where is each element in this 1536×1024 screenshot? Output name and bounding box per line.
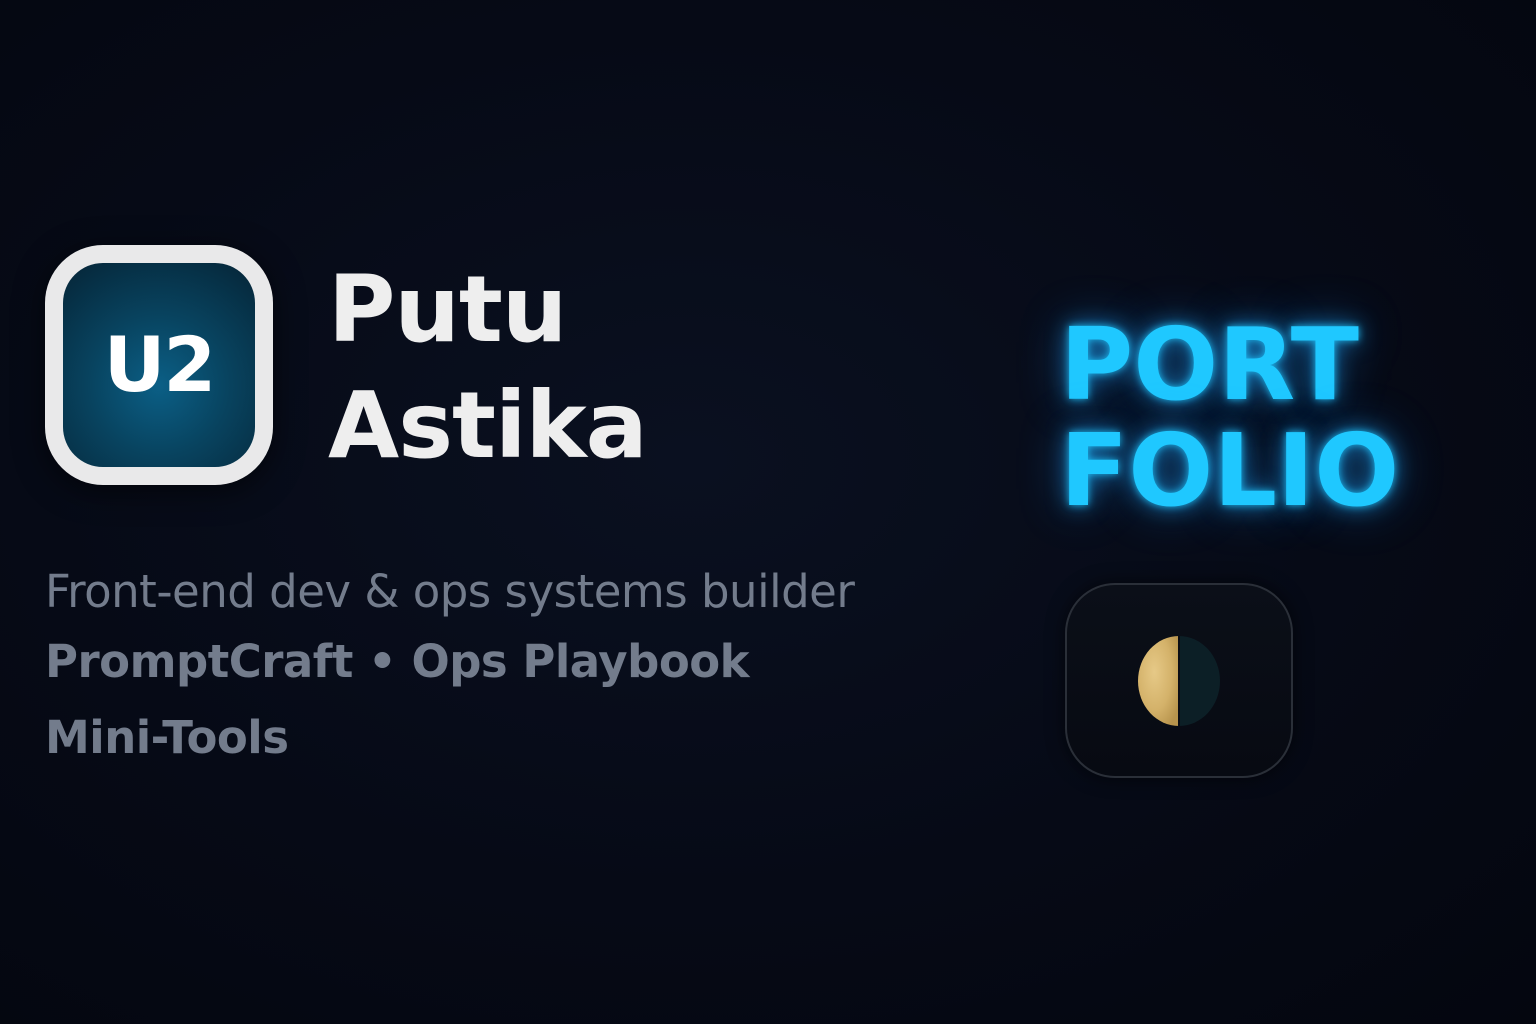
portfolio-heading: PORT FOLIO: [1060, 312, 1399, 524]
owner-last-name: Astika: [328, 372, 648, 479]
portfolio-heading-line1: PORT: [1060, 306, 1360, 423]
owner-name: Putu Astika: [328, 252, 648, 484]
brand-logo-inner: U2: [63, 263, 255, 467]
theme-toggle-button[interactable]: [1065, 583, 1293, 778]
tagline: Front-end dev & ops systems builder Prom…: [45, 560, 855, 776]
brand-logo-text: U2: [103, 320, 217, 409]
portfolio-heading-line2: FOLIO: [1060, 412, 1400, 529]
tagline-tools: Mini-Tools: [45, 711, 289, 764]
tagline-projects: PromptCraft • Ops Playbook: [45, 635, 750, 688]
tagline-role: Front-end dev & ops systems builder: [45, 565, 855, 618]
half-moon-icon: [1138, 635, 1220, 726]
owner-first-name: Putu: [328, 256, 567, 363]
brand-logo: U2: [45, 245, 273, 485]
